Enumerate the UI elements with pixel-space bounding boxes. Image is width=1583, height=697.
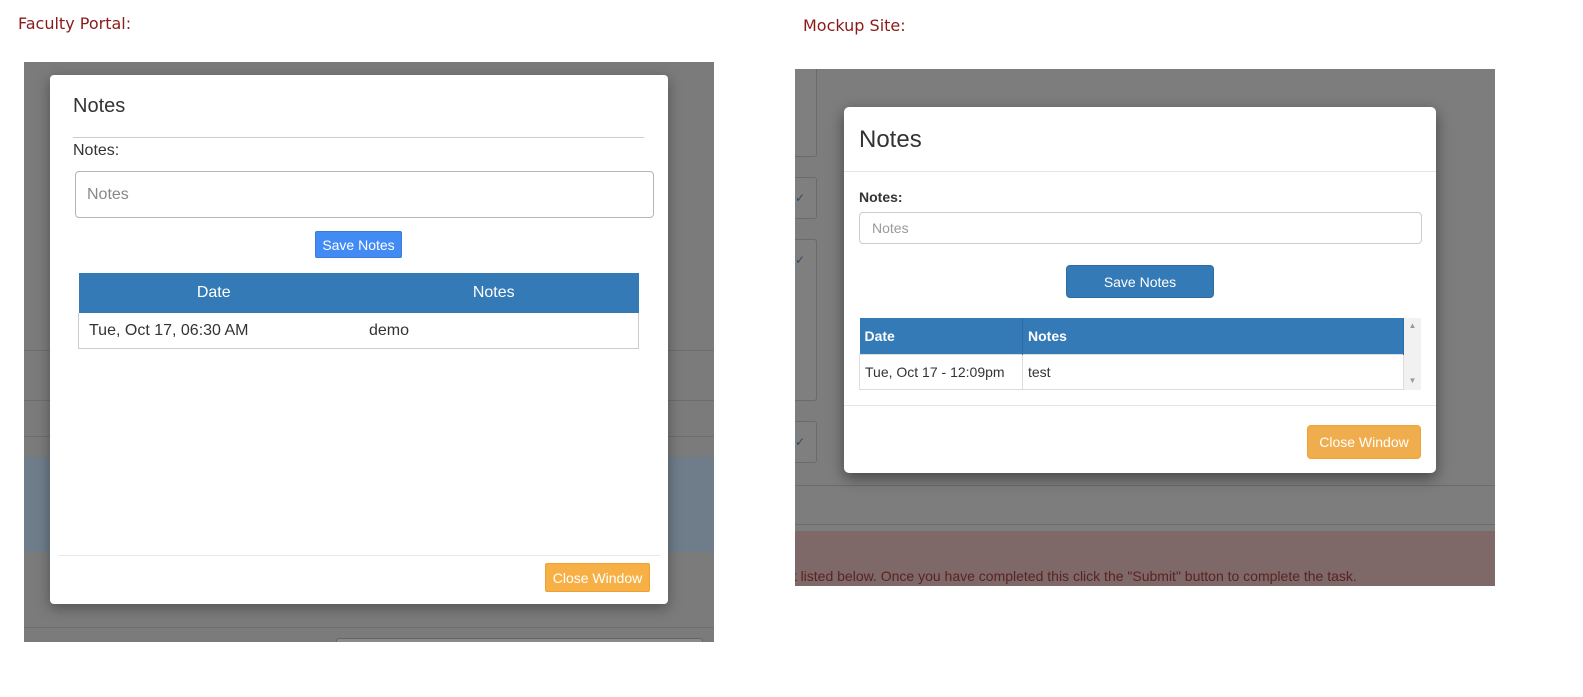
instruction-text: nt listed below. Once you have completed… bbox=[795, 568, 1357, 584]
column-header-notes: Notes bbox=[349, 273, 639, 313]
faculty-portal-caption: Faculty Portal: bbox=[18, 14, 132, 33]
table-row: Tue, Oct 17 - 12:09pm test bbox=[859, 354, 1404, 390]
scroll-up-arrow-icon[interactable]: ▲ bbox=[1404, 321, 1421, 331]
save-notes-button[interactable]: Save Notes bbox=[315, 231, 402, 258]
column-header-notes: Notes bbox=[1022, 318, 1404, 355]
mockup-site-caption: Mockup Site: bbox=[803, 16, 906, 35]
table-header-row: Date Notes bbox=[78, 273, 639, 313]
background-divider bbox=[795, 485, 1495, 486]
check-icon: ✓ bbox=[795, 253, 806, 267]
notes-table: Date Notes Tue, Oct 17, 06:30 AM demo bbox=[78, 273, 639, 349]
notes-modal: Notes Notes: Save Notes Date Notes Tue, … bbox=[844, 107, 1436, 473]
notes-input[interactable] bbox=[859, 212, 1422, 244]
header-divider bbox=[844, 171, 1436, 172]
background-divider bbox=[24, 627, 714, 628]
check-icon: ✓ bbox=[795, 435, 806, 449]
notes-table-container: Date Notes Tue, Oct 17 - 12:09pm test ▲ … bbox=[859, 318, 1421, 390]
cell-date: Tue, Oct 17, 06:30 AM bbox=[78, 313, 349, 349]
column-header-date: Date bbox=[78, 273, 349, 313]
close-window-button[interactable]: Close Window bbox=[1307, 425, 1421, 459]
header-divider bbox=[73, 137, 644, 138]
table-scrollbar[interactable]: ▲ ▼ bbox=[1404, 318, 1421, 390]
mockup-site-screenshot: ✓ ✓ ✓ nt listed below. Once you have com… bbox=[795, 69, 1495, 586]
notes-input[interactable] bbox=[75, 171, 654, 218]
background-divider bbox=[795, 524, 1495, 525]
notes-label: Notes: bbox=[859, 189, 903, 205]
notes-modal: Notes Notes: Save Notes Date Notes Tue, … bbox=[50, 75, 668, 604]
table-row: Tue, Oct 17, 06:30 AM demo bbox=[78, 313, 639, 349]
save-notes-button[interactable]: Save Notes bbox=[1066, 265, 1214, 298]
close-window-button[interactable]: Close Window bbox=[545, 563, 650, 592]
cell-notes: test bbox=[1022, 354, 1404, 390]
notes-table: Date Notes Tue, Oct 17 - 12:09pm test bbox=[859, 318, 1404, 390]
footer-divider bbox=[58, 555, 660, 556]
cell-date: Tue, Oct 17 - 12:09pm bbox=[859, 354, 1023, 390]
notes-label: Notes: bbox=[73, 142, 120, 159]
modal-title: Notes bbox=[859, 126, 922, 153]
column-header-date: Date bbox=[859, 318, 1023, 355]
cell-notes: demo bbox=[349, 313, 639, 349]
check-icon: ✓ bbox=[795, 191, 806, 205]
scroll-down-arrow-icon[interactable]: ▼ bbox=[1404, 376, 1421, 386]
background-card bbox=[795, 69, 817, 157]
table-header-row: Date Notes bbox=[859, 318, 1404, 355]
footer-divider bbox=[844, 405, 1436, 406]
background-input-field bbox=[336, 638, 703, 642]
modal-title: Notes bbox=[73, 95, 126, 117]
faculty-portal-screenshot: Notes Notes: Save Notes Date Notes Tue, … bbox=[24, 62, 714, 642]
